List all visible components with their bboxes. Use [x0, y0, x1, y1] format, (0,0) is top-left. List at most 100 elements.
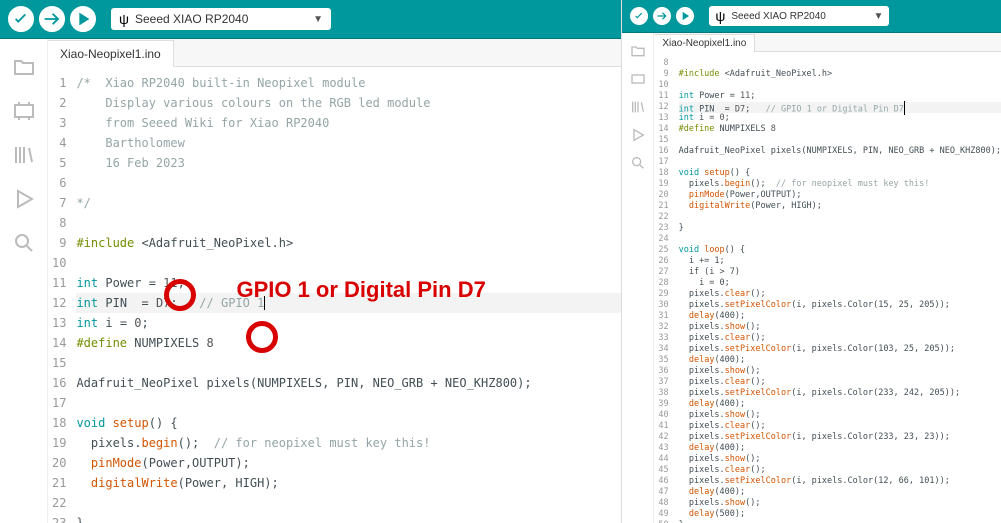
- code-line[interactable]: [679, 80, 1001, 91]
- code-line[interactable]: pixels.clear();: [679, 377, 1001, 388]
- code-line[interactable]: digitalWrite(Power, HIGH);: [76, 473, 621, 493]
- code-line[interactable]: [76, 353, 621, 373]
- code-line[interactable]: #define NUMPIXELS 8: [76, 333, 621, 353]
- tab-file[interactable]: Xiao-Neopixel1.ino: [654, 34, 755, 52]
- folder-icon[interactable]: [12, 55, 36, 79]
- code-line[interactable]: #include <Adafruit_NeoPixel.h>: [76, 233, 621, 253]
- code-line[interactable]: [76, 253, 621, 273]
- verify-button[interactable]: [630, 7, 648, 25]
- code-line[interactable]: pixels.show();: [679, 322, 1001, 333]
- line-number: 11: [658, 91, 668, 102]
- code-line[interactable]: [76, 173, 621, 193]
- code-line[interactable]: if (i > 7): [679, 267, 1001, 278]
- code-line[interactable]: pixels.setPixelColor(i, pixels.Color(15,…: [679, 300, 1001, 311]
- code-line[interactable]: void setup() {: [76, 413, 621, 433]
- debug-button[interactable]: [70, 6, 96, 32]
- line-number: 8: [658, 58, 668, 69]
- code-line[interactable]: pixels.setPixelColor(i, pixels.Color(233…: [679, 432, 1001, 443]
- search-icon[interactable]: [12, 231, 36, 255]
- code-line[interactable]: [679, 234, 1001, 245]
- board-manager-icon[interactable]: [12, 99, 36, 123]
- code-line[interactable]: #define NUMPIXELS 8: [679, 124, 1001, 135]
- line-number: 29: [658, 289, 668, 300]
- code-line[interactable]: pixels.show();: [679, 366, 1001, 377]
- code-editor[interactable]: 123456789101112131415161718192021222324 …: [48, 67, 621, 523]
- code-line[interactable]: /* Xiao RP2040 built-in Neopixel module: [76, 73, 621, 93]
- line-number: 38: [658, 388, 668, 399]
- code-line[interactable]: digitalWrite(Power, HIGH);: [679, 201, 1001, 212]
- code-line[interactable]: from Seeed Wiki for Xiao RP2040: [76, 113, 621, 133]
- code-line[interactable]: pinMode(Power,OUTPUT);: [679, 190, 1001, 201]
- code-line[interactable]: i = 0;: [679, 278, 1001, 289]
- code-line[interactable]: [679, 212, 1001, 223]
- upload-button[interactable]: [653, 7, 671, 25]
- debug-button[interactable]: [676, 7, 694, 25]
- upload-button[interactable]: [39, 6, 65, 32]
- line-number: 16: [658, 146, 668, 157]
- board-name: Seeed XIAO RP2040: [135, 12, 307, 26]
- code-line[interactable]: pixels.show();: [679, 410, 1001, 421]
- code-line[interactable]: int PIN = D7; // GPIO 1: [76, 293, 621, 313]
- code-line[interactable]: [76, 393, 621, 413]
- code-line[interactable]: pinMode(Power,OUTPUT);: [76, 453, 621, 473]
- line-number: 41: [658, 421, 668, 432]
- folder-icon[interactable]: [630, 43, 646, 59]
- code-line[interactable]: int PIN = D7; // GPIO 1 or Digital Pin D…: [679, 102, 1001, 113]
- code-line[interactable]: Adafruit_NeoPixel pixels(NUMPIXELS, PIN,…: [76, 373, 621, 393]
- line-number: 26: [658, 256, 668, 267]
- code-line[interactable]: pixels.setPixelColor(i, pixels.Color(233…: [679, 388, 1001, 399]
- board-selector[interactable]: ψ Seeed XIAO RP2040 ▼: [111, 8, 331, 30]
- code-line[interactable]: pixels.begin(); // for neopixel must key…: [76, 433, 621, 453]
- library-icon[interactable]: [12, 143, 36, 167]
- search-icon[interactable]: [630, 155, 646, 171]
- line-number: 47: [658, 487, 668, 498]
- code-line[interactable]: pixels.show();: [679, 454, 1001, 465]
- code-line[interactable]: int Power = 11;: [76, 273, 621, 293]
- code-line[interactable]: delay(400);: [679, 355, 1001, 366]
- tab-file[interactable]: Xiao-Neopixel1.ino: [48, 40, 174, 67]
- code-line[interactable]: pixels.begin(); // for neopixel must key…: [679, 179, 1001, 190]
- code-line[interactable]: }: [679, 223, 1001, 234]
- line-number: 20: [658, 190, 668, 201]
- code-line[interactable]: delay(400);: [679, 311, 1001, 322]
- code-line[interactable]: i += 1;: [679, 256, 1001, 267]
- library-icon[interactable]: [630, 99, 646, 115]
- code-line[interactable]: void loop() {: [679, 245, 1001, 256]
- code-line[interactable]: pixels.show();: [679, 498, 1001, 509]
- code-line[interactable]: void setup() {: [679, 168, 1001, 179]
- code-line[interactable]: pixels.clear();: [679, 465, 1001, 476]
- board-manager-icon[interactable]: [630, 71, 646, 87]
- code-line[interactable]: 16 Feb 2023: [76, 153, 621, 173]
- line-number: 18: [658, 168, 668, 179]
- code-line[interactable]: pixels.clear();: [679, 289, 1001, 300]
- line-number: 21: [658, 201, 668, 212]
- code-line[interactable]: Bartholomew: [76, 133, 621, 153]
- debug-icon[interactable]: [630, 127, 646, 143]
- code-line[interactable]: }: [76, 513, 621, 523]
- code-line[interactable]: pixels.clear();: [679, 333, 1001, 344]
- debug-icon[interactable]: [12, 187, 36, 211]
- code-line[interactable]: */: [76, 193, 621, 213]
- code-line[interactable]: Display various colours on the RGB led m…: [76, 93, 621, 113]
- code-line[interactable]: delay(500);: [679, 509, 1001, 520]
- code-line[interactable]: delay(400);: [679, 487, 1001, 498]
- code-line[interactable]: #include <Adafruit_NeoPixel.h>: [679, 69, 1001, 80]
- line-number: 27: [658, 267, 668, 278]
- code-line[interactable]: [679, 135, 1001, 146]
- code-line[interactable]: [76, 493, 621, 513]
- code-line[interactable]: int Power = 11;: [679, 91, 1001, 102]
- code-line[interactable]: pixels.setPixelColor(i, pixels.Color(12,…: [679, 476, 1001, 487]
- verify-button[interactable]: [8, 6, 34, 32]
- board-selector[interactable]: ψ Seeed XIAO RP2040 ▼: [709, 6, 889, 26]
- code-line[interactable]: Adafruit_NeoPixel pixels(NUMPIXELS, PIN,…: [679, 146, 1001, 157]
- activity-bar: [0, 39, 48, 523]
- code-line[interactable]: [679, 157, 1001, 168]
- code-line[interactable]: [679, 58, 1001, 69]
- code-line[interactable]: pixels.clear();: [679, 421, 1001, 432]
- code-line[interactable]: pixels.setPixelColor(i, pixels.Color(103…: [679, 344, 1001, 355]
- code-editor[interactable]: 8910111213141516171819202122232425262728…: [654, 52, 1001, 523]
- code-line[interactable]: int i = 0;: [76, 313, 621, 333]
- code-line[interactable]: delay(400);: [679, 399, 1001, 410]
- code-line[interactable]: delay(400);: [679, 443, 1001, 454]
- code-line[interactable]: [76, 213, 621, 233]
